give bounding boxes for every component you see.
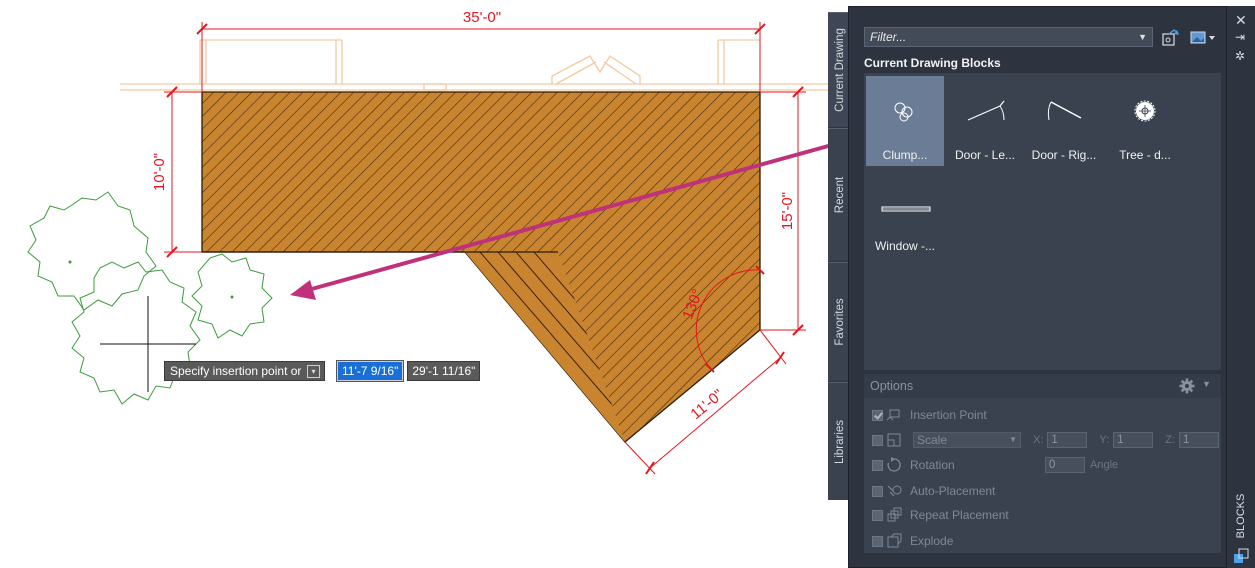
option-insertion-point: Insertion Point bbox=[872, 407, 987, 423]
clump-icon bbox=[894, 102, 913, 122]
scale-checkbox[interactable] bbox=[872, 434, 883, 446]
blocks-gallery: Clump... Door - Le... Door - Rig... Tree… bbox=[864, 73, 1221, 370]
explode-checkbox[interactable] bbox=[872, 535, 883, 547]
palette-title: BLOCKS bbox=[1235, 493, 1247, 539]
insertion-point-label: Insertion Point bbox=[910, 408, 987, 422]
option-explode: Explode bbox=[872, 533, 953, 549]
scale-icon bbox=[887, 433, 901, 447]
block-label: Door - Le... bbox=[954, 148, 1016, 162]
deck-shape[interactable] bbox=[201, 91, 761, 460]
scale-x-label: X: bbox=[1033, 434, 1044, 446]
dim-left-height-label: 10'-0" bbox=[151, 153, 168, 191]
filter-input[interactable]: Filter... ▼ bbox=[864, 27, 1153, 47]
block-label: Clump... bbox=[882, 148, 928, 162]
scale-x-input[interactable]: 1 bbox=[1047, 432, 1088, 448]
option-auto-placement: Auto-Placement bbox=[872, 483, 995, 499]
auto-placement-label: Auto-Placement bbox=[910, 484, 996, 498]
option-repeat-placement: Repeat Placement bbox=[872, 507, 1009, 523]
explode-icon bbox=[887, 533, 902, 548]
rotation-angle-input[interactable]: 0 bbox=[1045, 457, 1085, 473]
chevron-down-icon: ▼ bbox=[1009, 435, 1017, 444]
close-icon[interactable]: ✕ bbox=[1235, 12, 1247, 29]
rotation-icon bbox=[887, 457, 901, 472]
option-scale: Scale ▼ X: 1 Y: 1 Z: 1 bbox=[872, 432, 1219, 448]
rotation-angle-label: Angle bbox=[1090, 459, 1119, 471]
blocks-palette-icon bbox=[1234, 548, 1249, 563]
scale-y-label: Y: bbox=[1099, 434, 1110, 446]
command-prompt-text: Specify insertion point or bbox=[170, 364, 302, 378]
scale-mode-select[interactable]: Scale ▼ bbox=[913, 432, 1021, 448]
scale-z-input[interactable]: 1 bbox=[1178, 432, 1219, 448]
auto-placement-checkbox[interactable] bbox=[872, 485, 883, 497]
block-label: Window -... bbox=[874, 239, 935, 253]
rotation-checkbox[interactable] bbox=[872, 459, 883, 471]
option-rotation: Rotation 0 Angle bbox=[872, 457, 1122, 473]
block-tile-clump[interactable]: Clump... bbox=[866, 76, 944, 166]
insertion-point-checkbox[interactable] bbox=[872, 409, 883, 421]
gear-icon[interactable] bbox=[1178, 377, 1196, 395]
scale-y-input[interactable]: 1 bbox=[1113, 432, 1154, 448]
block-tile-tree[interactable]: Tree - d... bbox=[1106, 76, 1184, 166]
x-coordinate-input[interactable]: 11'-7 9/16" bbox=[335, 360, 405, 382]
block-tile-door-right[interactable]: Door - Rig... bbox=[1025, 76, 1103, 166]
options-title: Options bbox=[870, 379, 914, 393]
dim-right-height-label: 15'-0" bbox=[779, 192, 796, 230]
auto-placement-icon bbox=[887, 485, 902, 497]
dim-diagonal-label: 11'-0" bbox=[687, 386, 726, 423]
options-dropdown-icon[interactable]: ▾ bbox=[307, 364, 320, 378]
block-tile-door-left[interactable]: Door - Le... bbox=[946, 76, 1024, 166]
scale-mode-value: Scale bbox=[917, 433, 948, 447]
block-tile-window[interactable]: Window -... bbox=[866, 167, 944, 257]
repeat-placement-checkbox[interactable] bbox=[872, 509, 883, 521]
repeat-placement-icon bbox=[887, 507, 902, 522]
auto-hide-icon[interactable]: ⇥ bbox=[1235, 30, 1245, 44]
door-left-icon bbox=[967, 100, 1005, 121]
filter-placeholder: Filter... bbox=[870, 30, 907, 44]
properties-icon[interactable]: ✲ bbox=[1235, 49, 1245, 63]
chevron-down-icon[interactable]: ▼ bbox=[1138, 28, 1147, 46]
tree-icon bbox=[1134, 100, 1156, 122]
y-coordinate-input[interactable]: 29'-1 11/16" bbox=[407, 361, 481, 381]
thumbnail-view-icon[interactable] bbox=[1189, 29, 1217, 47]
scale-z-label: Z: bbox=[1165, 434, 1175, 446]
explode-label: Explode bbox=[910, 534, 954, 548]
dynamic-input-tooltip: Specify insertion point or ▾ 11'-7 9/16"… bbox=[164, 360, 481, 382]
options-section: Options ▼ Insertion Point Scale ▼ X: 1 Y… bbox=[864, 374, 1221, 553]
palette-content: Filter... ▼ Current Drawing Blocks Clump… bbox=[848, 6, 1227, 568]
door-right-icon bbox=[1047, 101, 1082, 121]
palette-title-bar: ✕ ⇥ ✲ BLOCKS bbox=[1227, 6, 1255, 568]
repeat-placement-label: Repeat Placement bbox=[910, 508, 1009, 522]
insertion-point-icon bbox=[886, 409, 900, 421]
section-title: Current Drawing Blocks bbox=[864, 56, 1001, 70]
block-label: Tree - d... bbox=[1119, 148, 1171, 162]
house-outline bbox=[120, 39, 830, 91]
options-header[interactable]: Options ▼ bbox=[864, 374, 1221, 398]
window-icon bbox=[881, 206, 931, 212]
rotation-label: Rotation bbox=[910, 458, 955, 472]
dim-width-label: 35'-0" bbox=[463, 9, 501, 26]
import-block-icon[interactable] bbox=[1162, 29, 1180, 47]
blocks-palette: Current Drawing Recent Favorites Librari… bbox=[828, 6, 1255, 568]
block-label: Door - Rig... bbox=[1031, 148, 1097, 162]
command-prompt: Specify insertion point or ▾ bbox=[164, 361, 325, 381]
chevron-down-icon[interactable]: ▼ bbox=[1202, 379, 1211, 389]
